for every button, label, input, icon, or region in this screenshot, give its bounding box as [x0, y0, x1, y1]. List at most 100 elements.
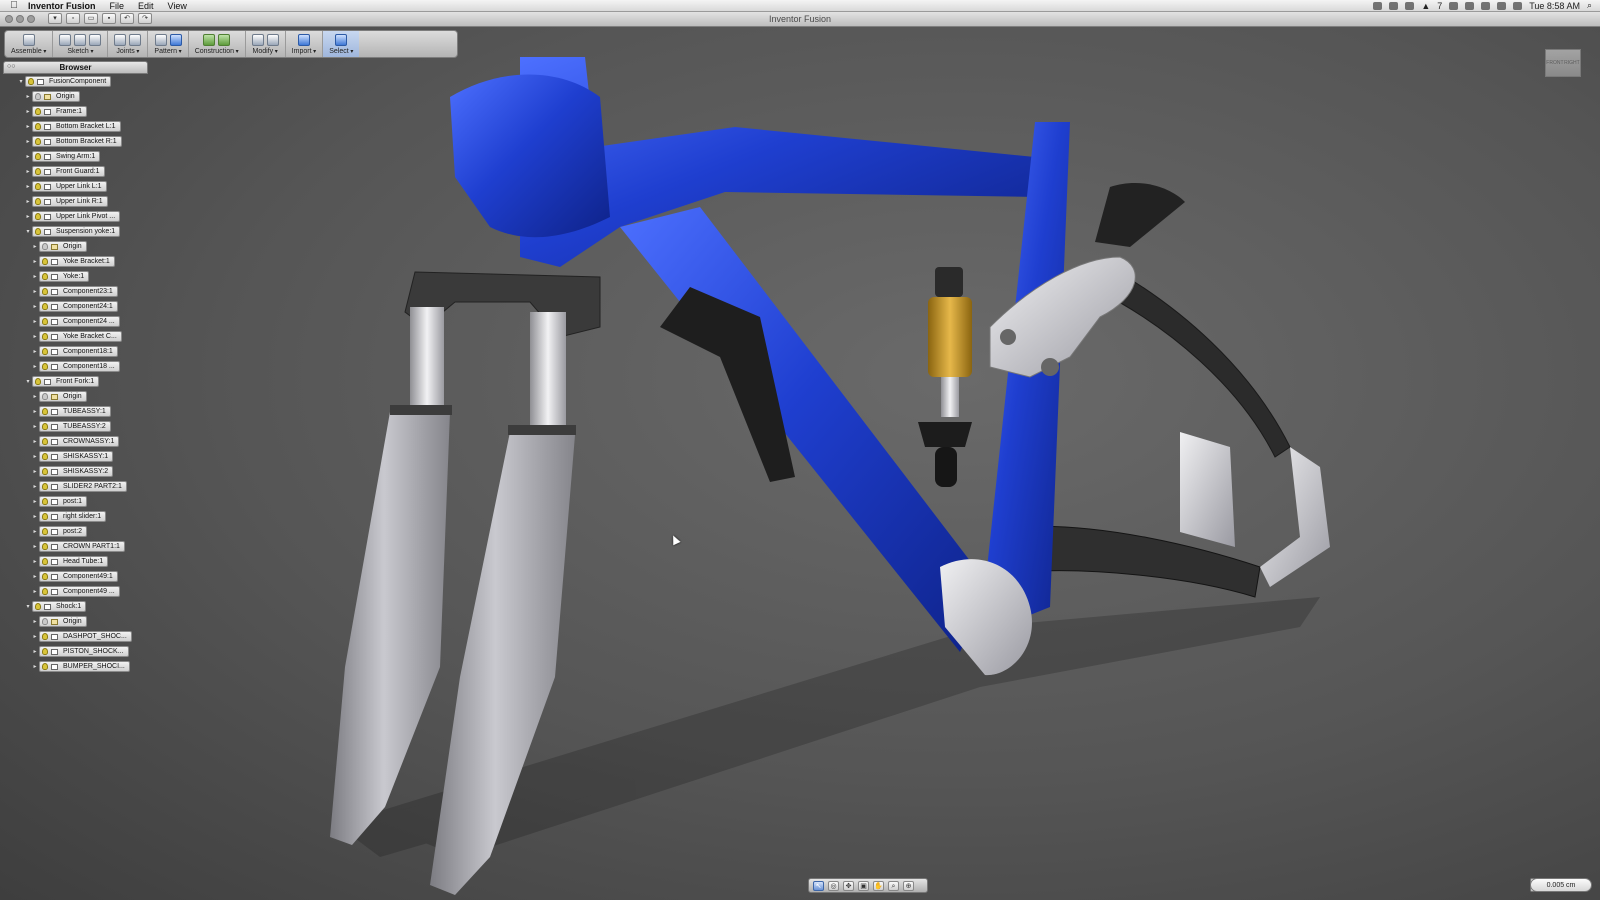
select-tool-icon[interactable]: ↖: [813, 880, 824, 891]
3d-viewport[interactable]: [0, 27, 1600, 900]
visibility-bulb-icon[interactable]: [42, 243, 48, 250]
browser-item-chip[interactable]: Upper Link Pivot ...: [32, 211, 121, 222]
browser-item-chip[interactable]: Component49:1: [39, 571, 118, 582]
joints-button[interactable]: Joints: [108, 31, 149, 57]
time-machine-icon[interactable]: [1465, 1, 1475, 10]
collapse-arrow-icon[interactable]: ▾: [24, 228, 32, 235]
browser-item[interactable]: ▸ Bottom Bracket L:1: [24, 121, 121, 132]
browser-item-chip[interactable]: FusionComponent: [25, 76, 112, 87]
viewcube-face[interactable]: FRONT RIGHT: [1545, 49, 1581, 77]
browser-item[interactable]: ▸ SLIDER2 PART2:1: [31, 481, 127, 492]
browser-item-chip[interactable]: Frame:1: [32, 106, 88, 117]
browser-item[interactable]: ▾ FusionComponent: [17, 76, 112, 87]
expand-arrow-icon[interactable]: ▸: [31, 468, 39, 475]
browser-item[interactable]: ▸ Component49 ...: [31, 586, 120, 597]
expand-arrow-icon[interactable]: ▸: [31, 558, 39, 565]
expand-arrow-icon[interactable]: ▸: [24, 168, 32, 175]
expand-arrow-icon[interactable]: ▸: [31, 588, 39, 595]
visibility-bulb-icon[interactable]: [42, 543, 48, 550]
browser-item-chip[interactable]: TUBEASSY:2: [39, 421, 111, 432]
visibility-bulb-icon[interactable]: [42, 648, 48, 655]
visibility-bulb-icon[interactable]: [42, 573, 48, 580]
browser-item[interactable]: ▸ BUMPER_SHOCI...: [31, 661, 130, 672]
browser-item[interactable]: ▸ Upper Link R:1: [24, 196, 108, 207]
alert-icon[interactable]: ▲: [1421, 1, 1430, 11]
expand-arrow-icon[interactable]: ▸: [31, 423, 39, 430]
visibility-bulb-icon[interactable]: [35, 213, 41, 220]
expand-arrow-icon[interactable]: ▸: [31, 513, 39, 520]
gear-icon[interactable]: [1389, 1, 1399, 10]
browser-item[interactable]: ▸ post:1: [31, 496, 88, 507]
browser-item-chip[interactable]: SHISKASSY:2: [39, 466, 114, 477]
browser-item[interactable]: ▸ SHISKASSY:1: [31, 451, 114, 462]
collapse-arrow-icon[interactable]: ▾: [24, 378, 32, 385]
expand-arrow-icon[interactable]: ▸: [24, 183, 32, 190]
visibility-bulb-icon[interactable]: [42, 468, 48, 475]
browser-item[interactable]: ▸ Head Tube:1: [31, 556, 109, 567]
expand-arrow-icon[interactable]: ▸: [31, 528, 39, 535]
browser-item-chip[interactable]: right slider:1: [39, 511, 107, 522]
expand-arrow-icon[interactable]: ▸: [31, 618, 39, 625]
expand-arrow-icon[interactable]: ▸: [31, 663, 39, 670]
browser-item-chip[interactable]: Upper Link L:1: [32, 181, 107, 192]
visibility-bulb-icon[interactable]: [35, 228, 41, 235]
pan-icon[interactable]: ✥: [843, 880, 854, 891]
browser-item[interactable]: ▸ post:2: [31, 526, 88, 537]
collapse-arrow-icon[interactable]: ▾: [24, 603, 32, 610]
browser-item[interactable]: ▸ Origin: [31, 391, 87, 402]
pattern-button[interactable]: Pattern: [148, 31, 189, 57]
browser-item-chip[interactable]: TUBEASSY:1: [39, 406, 111, 417]
browser-item-chip[interactable]: Shock:1: [32, 601, 87, 612]
clock[interactable]: Tue 8:58 AM: [1529, 1, 1580, 11]
browser-item-chip[interactable]: Front Guard:1: [32, 166, 105, 177]
visibility-bulb-icon[interactable]: [35, 138, 41, 145]
visibility-bulb-icon[interactable]: [35, 93, 41, 100]
sketch-button[interactable]: Sketch: [53, 31, 109, 57]
browser-item-chip[interactable]: Component49 ...: [39, 586, 120, 597]
visibility-bulb-icon[interactable]: [42, 528, 48, 535]
visibility-bulb-icon[interactable]: [42, 303, 48, 310]
display-icon[interactable]: [1449, 1, 1459, 10]
construction-button[interactable]: Construction: [189, 31, 246, 57]
expand-arrow-icon[interactable]: ▸: [31, 438, 39, 445]
visibility-bulb-icon[interactable]: [42, 618, 48, 625]
expand-arrow-icon[interactable]: ▸: [31, 498, 39, 505]
visibility-bulb-icon[interactable]: [35, 183, 41, 190]
browser-item[interactable]: ▸ Component24 ...: [31, 316, 120, 327]
expand-arrow-icon[interactable]: ▸: [31, 393, 39, 400]
browser-item[interactable]: ▸ right slider:1: [31, 511, 107, 522]
visibility-bulb-icon[interactable]: [35, 168, 41, 175]
expand-arrow-icon[interactable]: ▸: [31, 633, 39, 640]
menu-edit[interactable]: Edit: [138, 1, 154, 11]
visibility-bulb-icon[interactable]: [35, 378, 41, 385]
expand-arrow-icon[interactable]: ▸: [31, 573, 39, 580]
browser-item[interactable]: ▸ CROWNASSY:1: [31, 436, 120, 447]
panel-controls-icon[interactable]: ○○: [7, 61, 15, 73]
visibility-bulb-icon[interactable]: [42, 363, 48, 370]
zoom-window-icon[interactable]: ⌕: [888, 880, 899, 891]
expand-arrow-icon[interactable]: ▸: [24, 198, 32, 205]
apple-icon[interactable]: : [0, 0, 28, 11]
browser-item[interactable]: ▸ TUBEASSY:2: [31, 421, 111, 432]
expand-arrow-icon[interactable]: ▸: [31, 363, 39, 370]
browser-item-chip[interactable]: BUMPER_SHOCI...: [39, 661, 130, 672]
browser-item-chip[interactable]: Bottom Bracket L:1: [32, 121, 121, 132]
browser-item-chip[interactable]: Component24 ...: [39, 316, 120, 327]
expand-arrow-icon[interactable]: ▸: [24, 93, 32, 100]
expand-arrow-icon[interactable]: ▸: [24, 153, 32, 160]
browser-item-chip[interactable]: Origin: [39, 391, 87, 402]
visibility-bulb-icon[interactable]: [42, 333, 48, 340]
browser-item[interactable]: ▾ Suspension yoke:1: [24, 226, 121, 237]
modify-button[interactable]: Modify: [246, 31, 286, 57]
browser-item[interactable]: ▸ Frame:1: [24, 106, 88, 117]
visibility-bulb-icon[interactable]: [42, 258, 48, 265]
browser-item-chip[interactable]: Origin: [39, 616, 87, 627]
browser-item-chip[interactable]: Yoke Bracket:1: [39, 256, 115, 267]
expand-arrow-icon[interactable]: ▸: [31, 318, 39, 325]
expand-arrow-icon[interactable]: ▸: [24, 138, 32, 145]
browser-item[interactable]: ▸ Yoke Bracket:1: [31, 256, 115, 267]
browser-item-chip[interactable]: Yoke:1: [39, 271, 90, 282]
collapse-arrow-icon[interactable]: ▾: [17, 78, 25, 85]
browser-item-chip[interactable]: CROWNASSY:1: [39, 436, 120, 447]
orbit-icon[interactable]: ◎: [828, 880, 839, 891]
